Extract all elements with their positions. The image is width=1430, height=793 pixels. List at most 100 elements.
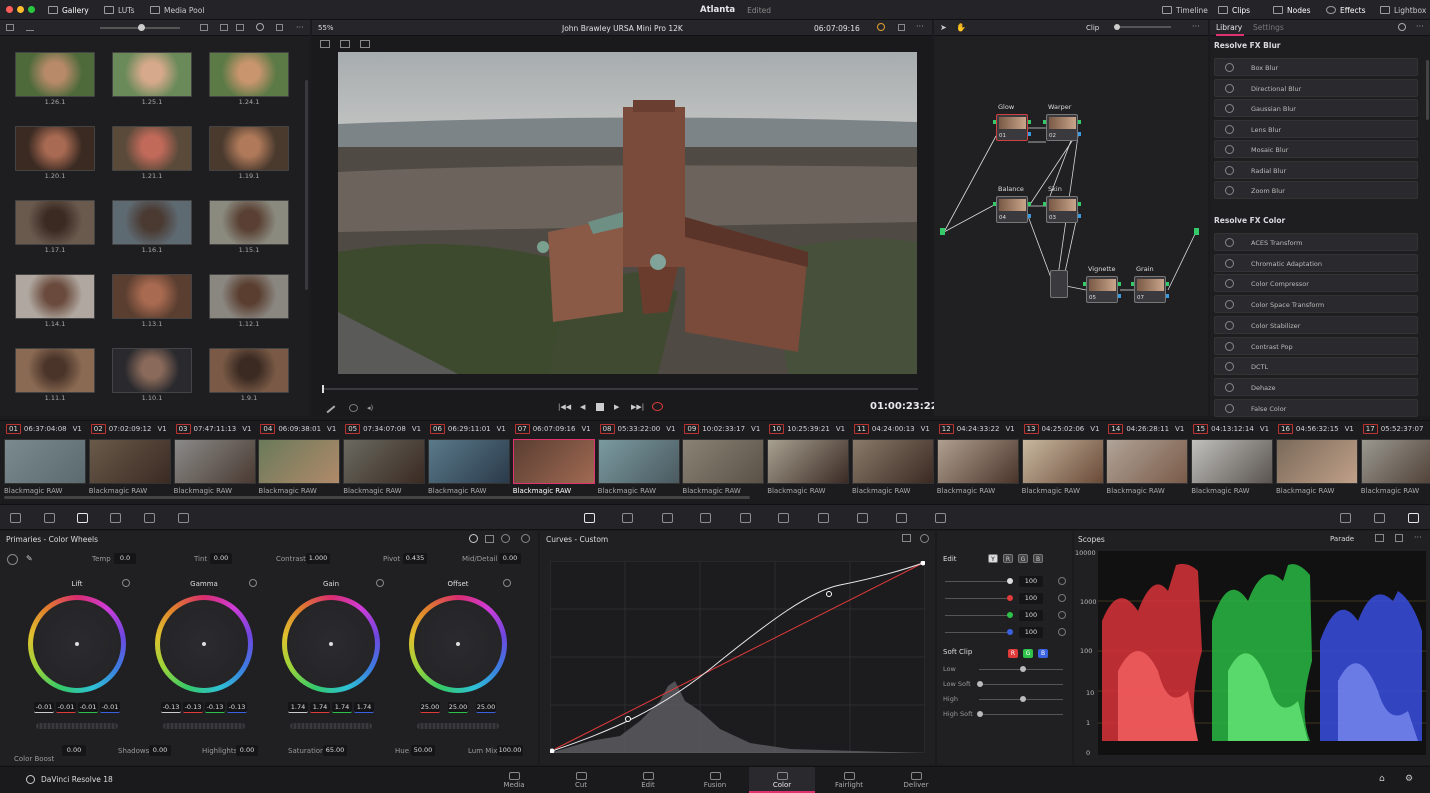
node-input[interactable]	[1131, 282, 1134, 286]
grid-view-icon[interactable]	[220, 24, 228, 31]
gallery-still[interactable]	[15, 200, 95, 245]
highlight-icon[interactable]	[360, 40, 370, 48]
clip-thumbnail[interactable]	[1191, 439, 1274, 484]
magic-mask-icon[interactable]	[778, 513, 789, 523]
wheel-value[interactable]: -0.13	[183, 702, 203, 713]
node-zoom-handle[interactable]	[1114, 24, 1120, 30]
library-search-icon[interactable]	[1398, 23, 1406, 31]
channel-reset-icon[interactable]	[1058, 628, 1066, 636]
channel-value[interactable]: 100	[1019, 610, 1043, 621]
fx-item[interactable]: Box Blur	[1214, 58, 1418, 76]
gallery-still[interactable]	[112, 200, 192, 245]
fx-item[interactable]: Mosaic Blur	[1214, 140, 1418, 158]
gallery-tab[interactable]: Gallery	[48, 0, 89, 20]
wheel-value[interactable]: -0.01	[78, 702, 98, 713]
fx-item[interactable]: Gaussian Blur	[1214, 99, 1418, 117]
node-grain[interactable]: 07	[1134, 276, 1166, 303]
motion-effects-icon[interactable]	[178, 513, 189, 523]
pointer-icon[interactable]: ➤	[940, 23, 947, 32]
tracker-icon[interactable]	[740, 513, 751, 523]
clip-thumbnail[interactable]	[343, 439, 426, 484]
wheel-center[interactable]	[414, 600, 502, 688]
effects-toggle[interactable]: Effects	[1326, 0, 1366, 20]
fx-item[interactable]: Color Space Transform	[1214, 295, 1418, 314]
clip-thumbnail[interactable]	[4, 439, 86, 484]
stereo-icon[interactable]	[1340, 513, 1351, 523]
gallery-still[interactable]	[209, 52, 289, 97]
viewer-frame-image[interactable]	[338, 52, 917, 374]
sidebar-toggle-icon[interactable]	[6, 24, 14, 31]
wheel-value[interactable]: 25.00	[420, 702, 440, 713]
channel-reset-icon[interactable]	[1058, 577, 1066, 585]
gallery-still[interactable]	[15, 126, 95, 171]
soft-clip-blue-toggle[interactable]: B	[1038, 649, 1048, 658]
stop-icon[interactable]	[596, 403, 604, 411]
hand-icon[interactable]: ✋	[956, 23, 966, 32]
color-wheel-gain[interactable]	[282, 595, 380, 693]
nodes-toggle[interactable]: Nodes	[1273, 0, 1310, 20]
scope-settings-icon[interactable]	[1375, 534, 1384, 542]
channel-value[interactable]: 100	[1019, 576, 1043, 587]
zoom-window-button[interactable]	[28, 6, 35, 13]
list-view-icon[interactable]	[236, 24, 244, 31]
split-screen-icon[interactable]	[340, 40, 350, 48]
gallery-still[interactable]	[15, 52, 95, 97]
wheel-value[interactable]: -0.01	[56, 702, 76, 713]
color-warper-icon[interactable]	[622, 513, 633, 523]
search-icon[interactable]	[256, 23, 264, 31]
color-wheel-lift[interactable]	[28, 595, 126, 693]
page-deliver[interactable]: Deliver	[883, 767, 949, 793]
timeline-toggle[interactable]: Timeline	[1162, 0, 1208, 20]
channel-slider[interactable]	[945, 598, 1007, 599]
library-more-icon[interactable]: ···	[1416, 22, 1424, 31]
node-output[interactable]	[1078, 202, 1081, 206]
soft-clip-handle[interactable]	[1020, 666, 1026, 672]
node-vignette[interactable]: 05	[1086, 276, 1118, 303]
channel-slider-handle[interactable]	[1007, 595, 1013, 601]
shadows-value[interactable]: 0.00	[149, 745, 171, 756]
saturation-value[interactable]: 65.00	[323, 745, 347, 756]
clips-toggle[interactable]: Clips	[1218, 0, 1250, 20]
gallery-still[interactable]	[112, 52, 192, 97]
node-key-output[interactable]	[1028, 214, 1031, 218]
3d-icon[interactable]	[935, 513, 946, 523]
zoom-level[interactable]: 55%	[318, 24, 334, 32]
node-output[interactable]	[1078, 120, 1081, 124]
color-match-icon[interactable]	[44, 513, 55, 523]
primaries-reset-icon[interactable]	[521, 534, 530, 543]
fx-item[interactable]: Dehaze	[1214, 377, 1418, 396]
viewer-scrubber[interactable]	[322, 388, 918, 390]
gallery-scrollbar[interactable]	[305, 80, 308, 290]
source-timecode[interactable]: 06:07:09:16	[814, 24, 860, 33]
gallery-still[interactable]	[15, 274, 95, 319]
wheel-value[interactable]: -0.01	[34, 702, 54, 713]
settings-tab[interactable]: Settings	[1253, 23, 1284, 32]
wheel-center[interactable]	[287, 600, 375, 688]
scrubber-playhead[interactable]	[322, 385, 324, 393]
node-output[interactable]	[1118, 282, 1121, 286]
fx-item[interactable]: Zoom Blur	[1214, 181, 1418, 199]
clip-title[interactable]: John Brawley URSA Mini Pro 12K	[562, 24, 683, 33]
channel-slider[interactable]	[945, 615, 1007, 616]
gallery-still[interactable]	[209, 274, 289, 319]
page-fusion[interactable]: Fusion	[682, 767, 748, 793]
bypass-grade-icon[interactable]	[877, 23, 885, 31]
channel-value[interactable]: 100	[1019, 593, 1043, 604]
gallery-still[interactable]	[112, 348, 192, 393]
primaries-icon[interactable]	[77, 513, 88, 523]
primaries-mode-icon[interactable]	[469, 534, 478, 543]
lum-mix-value[interactable]: 100.00	[497, 745, 523, 756]
color-wheel-gamma[interactable]	[155, 595, 253, 693]
wheel-reset-icon[interactable]	[376, 579, 384, 587]
clip-thumbnail[interactable]	[173, 439, 256, 484]
wheel-reset-icon[interactable]	[503, 579, 511, 587]
log-mode-icon[interactable]	[501, 534, 510, 543]
wheel-value[interactable]: 1.74	[354, 702, 374, 713]
qualifier-icon[interactable]	[662, 513, 673, 523]
wheel-value[interactable]: 1.74	[310, 702, 330, 713]
close-window-button[interactable]	[6, 6, 13, 13]
clip-thumbnail[interactable]	[1360, 439, 1430, 484]
channel-reset-icon[interactable]	[1058, 594, 1066, 602]
soft-clip-green-toggle[interactable]: G	[1023, 649, 1033, 658]
tint-value[interactable]: 0.00	[210, 553, 232, 564]
